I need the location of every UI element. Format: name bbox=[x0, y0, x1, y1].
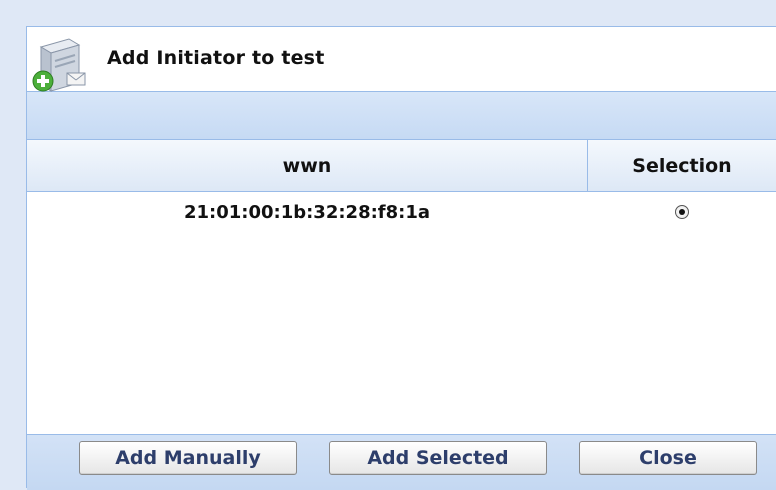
dialog-header: Add Initiator to test bbox=[27, 27, 776, 92]
grid-header: wwn Selection bbox=[27, 140, 776, 192]
selection-radio[interactable] bbox=[675, 205, 689, 219]
column-header-wwn[interactable]: wwn bbox=[27, 140, 588, 191]
dialog-footer: Add Manually Add Selected Close bbox=[27, 434, 776, 490]
dialog-title: Add Initiator to test bbox=[107, 47, 325, 69]
table-row[interactable]: 21:01:00:1b:32:28:f8:1a bbox=[27, 192, 776, 232]
add-manually-button[interactable]: Add Manually bbox=[79, 441, 297, 475]
wwn-cell: 21:01:00:1b:32:28:f8:1a bbox=[183, 201, 431, 223]
column-header-selection[interactable]: Selection bbox=[588, 140, 776, 191]
server-add-icon bbox=[29, 33, 93, 93]
selection-cell bbox=[588, 192, 776, 232]
toolbar bbox=[27, 92, 776, 140]
close-button[interactable]: Close bbox=[579, 441, 757, 475]
grid-body: 21:01:00:1b:32:28:f8:1a bbox=[27, 192, 776, 434]
add-initiator-dialog: Add Initiator to test wwn Selection 21:0… bbox=[26, 26, 776, 490]
add-selected-button[interactable]: Add Selected bbox=[329, 441, 547, 475]
